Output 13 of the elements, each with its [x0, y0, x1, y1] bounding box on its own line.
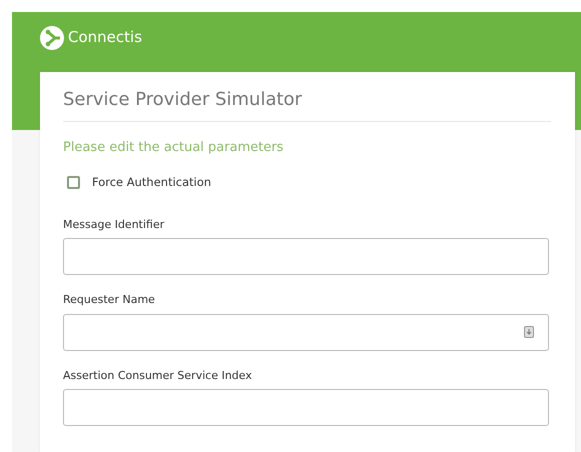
- checkbox[interactable]: [67, 176, 80, 189]
- field-label: Message Identifier: [63, 216, 166, 233]
- logo-icon: [40, 26, 64, 50]
- field-label: Requester Name: [63, 292, 156, 308]
- autofill-icon[interactable]: [524, 326, 534, 338]
- field-label: Assertion Consumer Service Index: [63, 368, 253, 384]
- card-title: Service Provider Simulator: [63, 86, 551, 122]
- checkbox-label: Force Authentication: [92, 174, 212, 190]
- input-field[interactable]: [63, 314, 549, 351]
- input-field[interactable]: [63, 238, 549, 276]
- input-field[interactable]: [63, 389, 549, 426]
- brand-name: Connectis: [68, 27, 142, 48]
- card-subtitle: Please edit the actual parameters: [63, 139, 284, 157]
